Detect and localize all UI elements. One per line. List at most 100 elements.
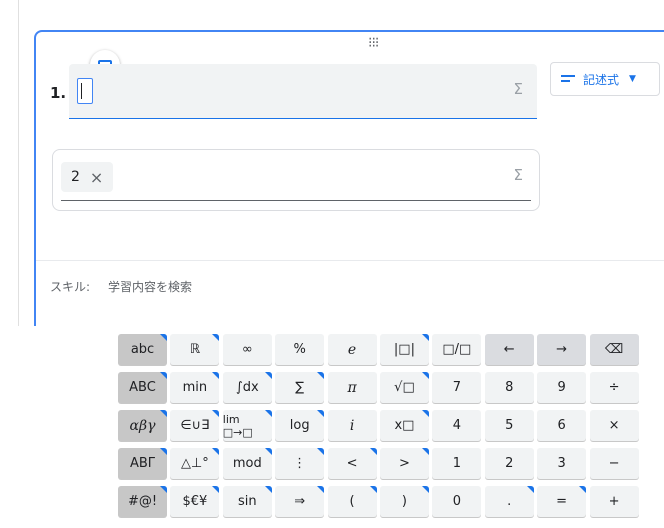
keyboard-key-label: #@! — [127, 494, 158, 509]
keyboard-key-label: 9 — [557, 380, 566, 395]
keyboard-key[interactable]: 7 — [432, 372, 482, 403]
keyboard-key-label: > — [399, 456, 410, 471]
keyboard-key[interactable]: + — [589, 486, 639, 517]
keyboard-key[interactable]: i — [327, 410, 377, 441]
keyboard-key-label: = — [556, 494, 568, 509]
keyboard-key-label: ∈∪∃ — [180, 418, 210, 433]
keyboard-key[interactable]: □/□ — [432, 334, 482, 365]
keyboard-key[interactable]: 0 — [432, 486, 482, 517]
keyboard-key[interactable]: |□| — [379, 334, 429, 365]
keyboard-key[interactable]: → — [537, 334, 587, 365]
skill-search-input[interactable]: 学習内容を検索 — [108, 278, 192, 295]
keyboard-key[interactable]: lim □→□ — [222, 410, 272, 441]
keyboard-key[interactable]: ( — [327, 486, 377, 517]
keyboard-key-label: 0 — [452, 494, 461, 509]
keyboard-key[interactable]: = — [537, 486, 587, 517]
drag-handle-icon[interactable]: ⁝⁝⁝ — [368, 36, 379, 50]
keyboard-key-label: + — [608, 494, 620, 509]
keyboard-key[interactable]: $€¥ — [170, 486, 220, 517]
keyboard-key[interactable]: 1 — [432, 448, 482, 479]
keyboard-grid: abc ℝ ∞% e |□| □/□ ← → ⌫ ABC min ∫dx ∑ π √□ 7 8 9 ÷ αβγ ∈∪∃ l… — [118, 334, 639, 517]
keyboard-key-label: ℝ — [189, 342, 201, 357]
keyboard-key-label: π — [347, 379, 357, 396]
keyboard-key-label: ⌫ — [604, 342, 624, 357]
close-icon[interactable]: × — [90, 168, 103, 187]
keyboard-key-label: abc — [130, 342, 155, 357]
keyboard-key[interactable]: ⋮ — [275, 448, 325, 479]
keyboard-key-label: 7 — [452, 380, 461, 395]
keyboard-key[interactable]: > — [379, 448, 429, 479]
keyboard-key[interactable]: sin — [222, 486, 272, 517]
keyboard-key-label: ABC — [129, 380, 156, 395]
keyboard-key[interactable]: − — [589, 448, 639, 479]
keyboard-key[interactable]: e — [327, 334, 377, 365]
keyboard-key[interactable]: ℝ — [170, 334, 220, 365]
keyboard-key-label: 3 — [557, 456, 566, 471]
keyboard-key[interactable]: ) — [379, 486, 429, 517]
keyboard-key[interactable]: #@! — [118, 486, 167, 517]
keyboard-key[interactable]: △⊥° — [170, 448, 220, 479]
keyboard-key[interactable]: mod — [222, 448, 272, 479]
keyboard-key-label: ⇒ — [294, 494, 306, 509]
keyboard-key[interactable]: 6 — [537, 410, 587, 441]
keyboard-key-label: log — [289, 418, 310, 433]
keyboard-key[interactable]: < — [327, 448, 377, 479]
keyboard-key-label: 2 — [505, 456, 514, 471]
keyboard-key[interactable]: √□ — [379, 372, 429, 403]
keyboard-key-label: x□ — [394, 418, 415, 433]
keyboard-key[interactable]: ← — [484, 334, 534, 365]
keyboard-key-label: 1 — [452, 456, 461, 471]
math-keyboard: abc ℝ ∞% e |□| □/□ ← → ⌫ ABC min ∫dx ∑ π √□ 7 8 9 ÷ αβγ ∈∪∃ l… — [0, 326, 664, 528]
keyboard-key-label: ∑ — [295, 380, 305, 395]
keyboard-key[interactable]: 5 — [484, 410, 534, 441]
keyboard-key[interactable]: ⌫ — [589, 334, 639, 365]
answer-input-active[interactable]: Σ — [69, 64, 537, 119]
keyboard-key[interactable]: αβγ — [118, 410, 167, 441]
keyboard-key[interactable]: % — [275, 334, 325, 365]
keyboard-key[interactable]: ΑΒΓ — [118, 448, 167, 479]
keyboard-key[interactable]: ⇒ — [275, 486, 325, 517]
answer-format-dropdown[interactable]: 記述式 ▼ — [550, 62, 660, 96]
divider — [36, 260, 664, 261]
keyboard-key[interactable]: x□ — [379, 410, 429, 441]
keyboard-key-label: ∫dx — [235, 380, 259, 395]
keyboard-key[interactable]: 9 — [537, 372, 587, 403]
keyboard-key-label: △⊥° — [180, 456, 209, 471]
keyboard-key[interactable]: × — [589, 410, 639, 441]
keyboard-key[interactable]: ÷ — [589, 372, 639, 403]
sigma-icon[interactable]: Σ — [514, 80, 523, 98]
keyboard-key-label: e — [347, 341, 357, 358]
chevron-down-icon: ▼ — [629, 74, 636, 84]
keyboard-key[interactable]: ∑ — [275, 372, 325, 403]
keyboard-key-label: sin — [237, 494, 257, 509]
keyboard-key-label: |□| — [393, 342, 415, 357]
input-underline — [61, 200, 531, 201]
keyboard-key-label: ← — [503, 342, 515, 357]
keyboard-key-label: i — [349, 417, 355, 434]
keyboard-key-label: ÷ — [608, 380, 620, 395]
keyboard-key-label: αβγ — [129, 417, 156, 434]
keyboard-key-label: mod — [232, 456, 262, 471]
keyboard-key[interactable]: 2 — [484, 448, 534, 479]
keyboard-key[interactable]: log — [275, 410, 325, 441]
answer-chip[interactable]: 2 × — [61, 162, 114, 192]
keyboard-key[interactable]: 4 — [432, 410, 482, 441]
keyboard-key[interactable]: ABC — [118, 372, 167, 403]
keyboard-key[interactable]: ∞ — [222, 334, 272, 365]
keyboard-key-label: $€¥ — [182, 494, 208, 509]
answer-entry-box[interactable]: 2 × Σ — [52, 149, 540, 211]
math-placeholder-box[interactable] — [77, 78, 93, 104]
sigma-icon[interactable]: Σ — [514, 166, 523, 184]
keyboard-key-label: □/□ — [442, 342, 472, 357]
keyboard-key-label: ΑΒΓ — [129, 456, 156, 471]
keyboard-key-label: . — [507, 494, 512, 509]
keyboard-key[interactable]: ∫dx — [222, 372, 272, 403]
keyboard-key[interactable]: abc — [118, 334, 167, 365]
keyboard-key[interactable]: 3 — [537, 448, 587, 479]
keyboard-key[interactable]: 8 — [484, 372, 534, 403]
keyboard-key-label: ⋮ — [293, 456, 307, 471]
keyboard-key[interactable]: π — [327, 372, 377, 403]
keyboard-key[interactable]: ∈∪∃ — [170, 410, 220, 441]
keyboard-key[interactable]: min — [170, 372, 220, 403]
keyboard-key[interactable]: . — [484, 486, 534, 517]
